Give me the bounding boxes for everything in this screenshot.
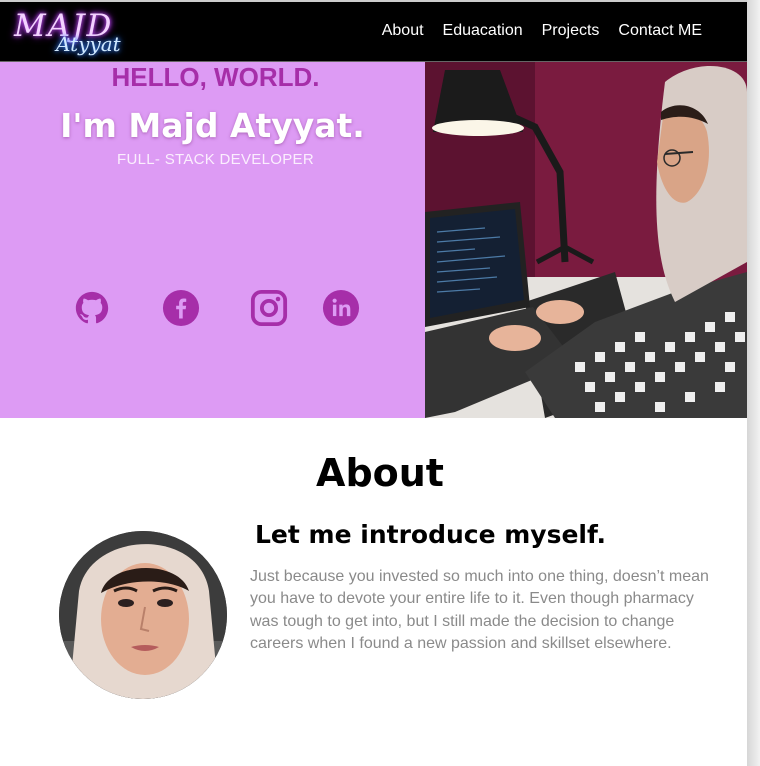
hero-greeting: HELLO, WORLD.	[111, 62, 320, 92]
hero-name: I'm Majd Atyyat.	[60, 106, 365, 145]
facebook-icon[interactable]	[162, 289, 200, 327]
about-subtitle: Let me introduce myself.	[255, 520, 607, 549]
page: MAJD Atyyat About Eduacation Projects Co…	[0, 0, 747, 766]
about-title: About	[316, 451, 444, 495]
logo[interactable]: MAJD Atyyat	[10, 6, 121, 62]
instagram-icon[interactable]	[250, 289, 288, 327]
hero-role: FULL- STACK DEVELOPER	[117, 151, 314, 168]
hero-photo	[425, 62, 747, 418]
nav-menu: About Eduacation Projects Contact ME	[382, 22, 702, 40]
nav-link-about[interactable]: About	[382, 22, 424, 40]
linkedin-icon[interactable]	[322, 289, 360, 327]
nav-link-contact[interactable]: Contact ME	[618, 22, 702, 40]
nav-link-projects[interactable]: Projects	[542, 22, 600, 40]
about-body: Just because you invested so much into o…	[250, 568, 709, 653]
navbar: MAJD Atyyat About Eduacation Projects Co…	[0, 0, 747, 62]
nav-link-education[interactable]: Eduacation	[443, 22, 523, 40]
avatar	[59, 531, 227, 699]
logo-sub-text: Atyyat	[56, 32, 121, 56]
scrollbar[interactable]	[747, 0, 760, 766]
github-icon[interactable]	[73, 289, 111, 327]
